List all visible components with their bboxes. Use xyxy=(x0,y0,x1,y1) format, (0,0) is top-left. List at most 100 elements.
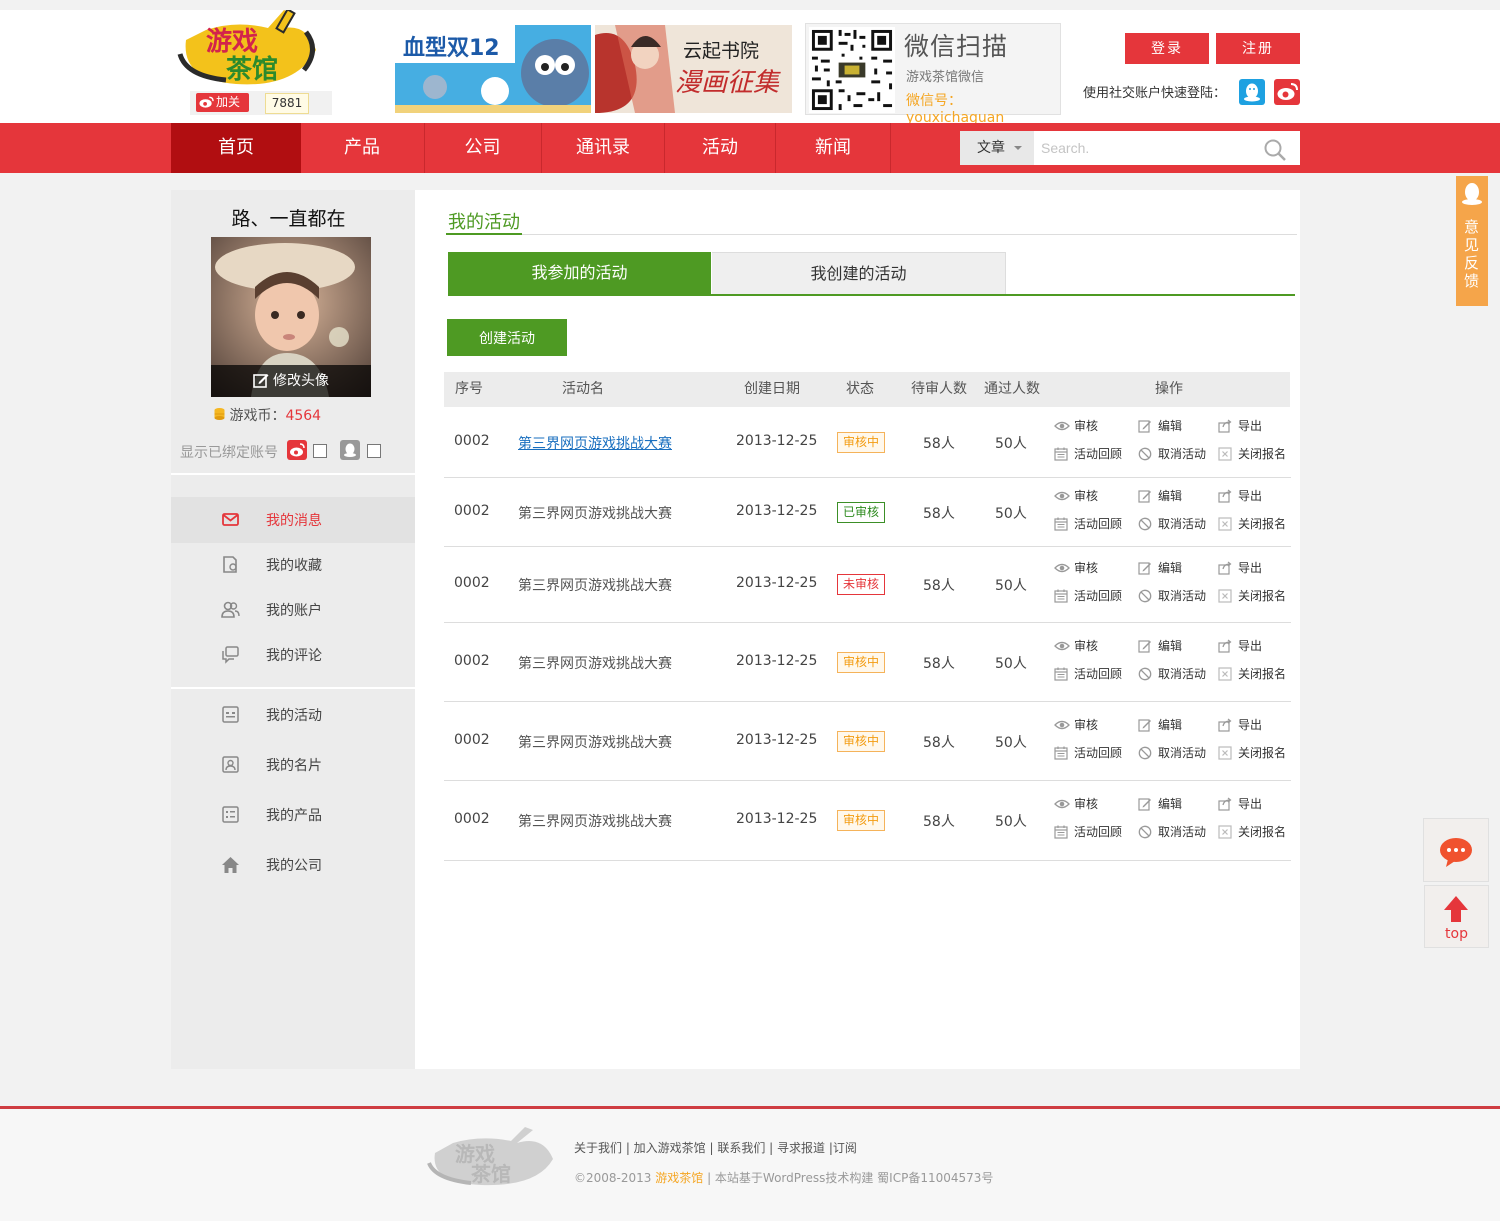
action-label: 取消活动 xyxy=(1158,667,1207,681)
action-label: 编辑 xyxy=(1158,489,1183,503)
arrow-up-icon xyxy=(1444,896,1468,922)
nav-directory[interactable]: 通讯录 xyxy=(542,123,664,173)
product-icon xyxy=(222,806,239,823)
action-label: 导出 xyxy=(1238,639,1263,653)
nav-products[interactable]: 产品 xyxy=(301,123,423,173)
copyright-brand[interactable]: 游戏茶馆 xyxy=(655,1171,703,1185)
edit-avatar-button[interactable]: 修改头像 xyxy=(211,365,371,397)
sidebar-item-products[interactable]: 我的产品 xyxy=(171,792,415,838)
sidebar-item-messages[interactable]: 我的消息 xyxy=(171,497,415,543)
action-label: 活动回顾 xyxy=(1074,447,1123,461)
nav-companies[interactable]: 公司 xyxy=(424,123,541,173)
site-logo[interactable]: 游戏 茶馆 xyxy=(176,7,322,94)
action-label: 编辑 xyxy=(1158,797,1183,811)
chat-bubble-icon xyxy=(1440,838,1472,867)
coin-balance: 游戏币：4564 xyxy=(214,405,321,425)
feedback-button[interactable]: 意见反馈 xyxy=(1456,176,1488,306)
home-icon xyxy=(222,857,239,873)
action-label: 导出 xyxy=(1238,718,1263,732)
action-label: 导出 xyxy=(1238,489,1263,503)
bound-accounts-label: 显示已绑定账号 xyxy=(180,445,278,461)
copyright-prefix: ©2008-2013 xyxy=(574,1171,656,1185)
qq-icon xyxy=(340,440,360,460)
login-button[interactable]: 登录 xyxy=(1125,33,1209,64)
table-row: 0002 第三界网页游戏挑战大赛 2013-12-25 审核中 58人 50人 审核 编辑 导出… xyxy=(444,408,1291,478)
register-button[interactable]: 注册 xyxy=(1216,33,1300,64)
cell-activity-name: 第三界网页游戏挑战大赛 xyxy=(518,578,672,594)
weibo-icon xyxy=(199,96,214,108)
qq-login-icon[interactable] xyxy=(1239,79,1265,105)
nav-home[interactable]: 首页 xyxy=(171,123,301,173)
wechat-id: 微信号：youxichaguan xyxy=(906,93,1005,126)
action-label: 关闭报名 xyxy=(1238,825,1287,839)
search-category-select[interactable]: 文章 xyxy=(960,131,1034,165)
feedback-label: 意见反馈 xyxy=(1464,218,1480,290)
chevron-down-icon xyxy=(1014,146,1022,150)
cell-activity-name: 第三界网页游戏挑战大赛 xyxy=(518,506,672,522)
weibo-bind-checkbox[interactable] xyxy=(313,444,327,458)
follow-button[interactable]: 加关注 xyxy=(196,93,249,128)
title-underline xyxy=(446,233,522,235)
search-category-value: 文章 xyxy=(977,140,1005,156)
cell-activity-name: 第三界网页游戏挑战大赛 xyxy=(518,735,672,751)
create-activity-button[interactable]: 创建活动 xyxy=(447,319,567,356)
users-icon xyxy=(221,601,240,618)
back-to-top-button[interactable]: top xyxy=(1424,885,1489,948)
sidebar-divider xyxy=(171,687,415,689)
cell-pending-count: 58人 xyxy=(923,506,955,522)
action-label: 导出 xyxy=(1238,797,1263,811)
title-divider xyxy=(446,234,1297,235)
promo-banner-double12[interactable]: 血型双12 xyxy=(395,25,591,113)
action-label: 活动回顾 xyxy=(1074,667,1123,681)
search-icon[interactable] xyxy=(1263,138,1287,162)
cell-date: 2013-12-25 xyxy=(736,811,818,827)
cell-pending-count: 58人 xyxy=(923,814,955,830)
action-label: 取消活动 xyxy=(1158,825,1207,839)
cell-activity-name[interactable]: 第三界网页游戏挑战大赛 xyxy=(518,433,672,453)
nav-news[interactable]: 新闻 xyxy=(776,123,890,173)
sidebar-item-label: 我的消息 xyxy=(266,513,322,529)
sidebar-item-activities[interactable]: 我的活动 xyxy=(171,692,415,738)
sidebar-item-label: 我的评论 xyxy=(266,648,322,664)
promo-banner-yunqi[interactable]: 云起书院 漫画征集 xyxy=(595,25,792,113)
chat-button[interactable] xyxy=(1423,818,1489,882)
header: 游戏 茶馆 加关注 7881 血型双12 云起书院 漫画征集 微信扫描 游戏茶馆… xyxy=(0,7,1500,128)
cell-date: 2013-12-25 xyxy=(736,732,818,748)
cell-pending-count: 58人 xyxy=(923,735,955,751)
column-header-name: 活动名 xyxy=(562,381,604,397)
username: 路、一直都在 xyxy=(231,208,346,230)
footer-logo[interactable]: 游戏 茶馆 xyxy=(425,1127,561,1191)
weibo-login-icon[interactable] xyxy=(1274,79,1300,105)
column-header-passed: 通过人数 xyxy=(984,381,1040,397)
action-label: 编辑 xyxy=(1158,718,1183,732)
qr-subtitle: 游戏茶馆微信 xyxy=(906,70,985,85)
sidebar-item-card[interactable]: 我的名片 xyxy=(171,742,415,788)
action-label: 活动回顾 xyxy=(1074,517,1123,531)
sidebar-divider xyxy=(171,473,415,475)
main-nav: 首页 产品 公司 通讯录 活动 新闻 文章 xyxy=(0,123,1500,173)
nav-activities[interactable]: 活动 xyxy=(665,123,775,173)
status-badge: 审核中 xyxy=(837,810,886,831)
tab-joined-activities[interactable]: 我参加的活动 xyxy=(448,252,711,294)
qq-bind-checkbox[interactable] xyxy=(367,444,381,458)
sidebar-item-favorites[interactable]: 我的收藏 xyxy=(171,542,415,588)
action-label: 编辑 xyxy=(1158,561,1183,575)
search-input[interactable] xyxy=(1034,131,1300,165)
tab-created-activities[interactable]: 我创建的活动 xyxy=(712,252,1006,294)
sidebar-item-account[interactable]: 我的账户 xyxy=(171,587,415,633)
qr-title: 微信扫描 xyxy=(904,32,1009,61)
cell-pending-count: 58人 xyxy=(923,656,955,672)
sidebar-item-comments[interactable]: 我的评论 xyxy=(171,632,415,678)
bookmark-icon xyxy=(223,556,237,573)
status-badge: 审核中 xyxy=(837,432,886,453)
sidebar-item-label: 我的产品 xyxy=(266,808,322,824)
coin-label: 游戏币： xyxy=(229,408,286,424)
footer-links[interactable]: 关于我们 | 加入游戏茶馆 | 联系我们 | 寻求报道 |订阅 xyxy=(574,1139,857,1156)
action-label: 导出 xyxy=(1238,561,1263,575)
edit-avatar-label: 修改头像 xyxy=(273,373,329,389)
follower-count: 7881 xyxy=(265,93,309,114)
tabs-underline xyxy=(448,294,1295,296)
table-row: 0002 第三界网页游戏挑战大赛 2013-12-25 审核中 58人 50人 审核 编辑 导出… xyxy=(444,623,1291,702)
sidebar-item-company[interactable]: 我的公司 xyxy=(171,842,415,888)
edit-icon xyxy=(253,374,269,388)
